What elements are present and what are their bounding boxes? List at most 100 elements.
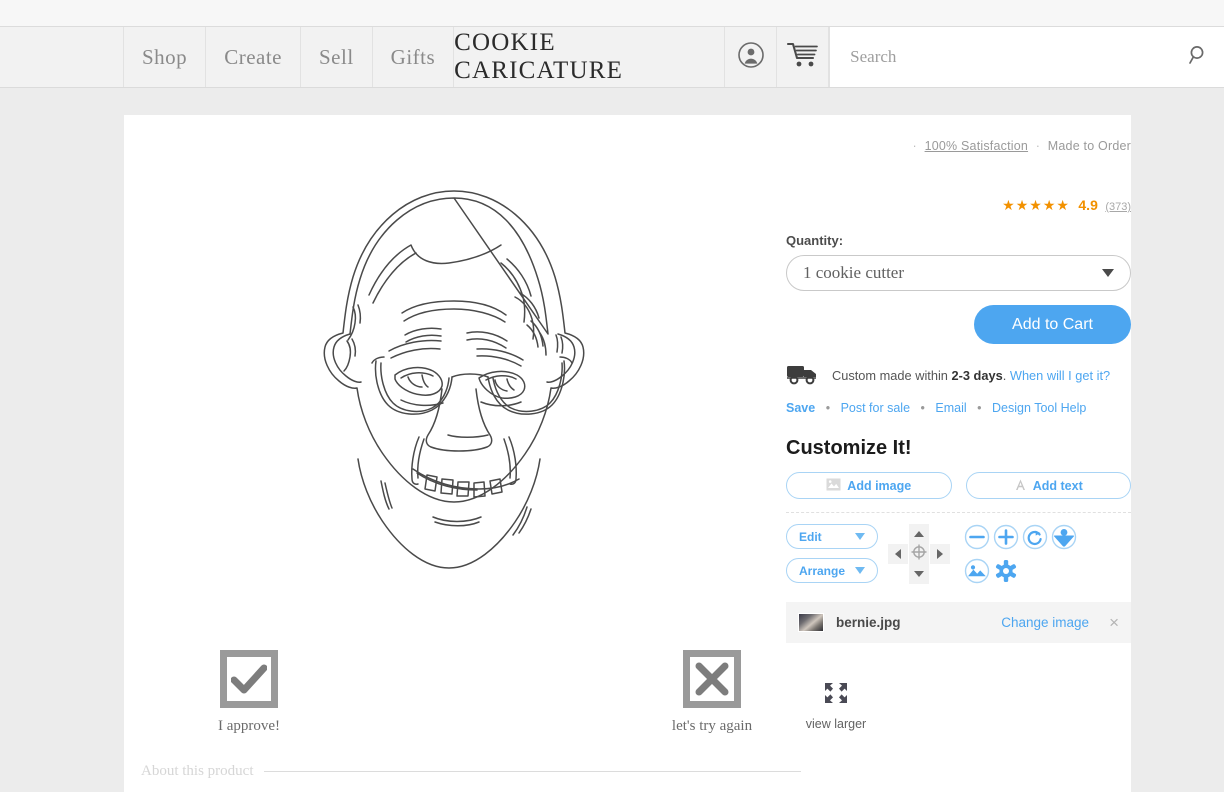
product-actions-row: Save • Post for sale • Email • Design To… xyxy=(786,401,1131,415)
nudge-left-button[interactable] xyxy=(888,544,908,564)
nav-gifts[interactable]: Gifts xyxy=(373,27,455,87)
shipping-text-before: Custom made within xyxy=(832,368,948,383)
nudge-up-button[interactable] xyxy=(909,524,929,544)
bernie-thumbnail xyxy=(798,613,824,632)
add-text-label: Add text xyxy=(1032,478,1083,493)
rating-stars: ★★★★★ xyxy=(1002,197,1070,213)
nav-shop-label: Shop xyxy=(142,44,188,69)
arrange-menu-button[interactable]: Arrange xyxy=(786,558,878,583)
arrow-right-icon xyxy=(937,549,943,559)
flip-image-icon[interactable] xyxy=(1051,524,1077,555)
badge-bullet-2: · xyxy=(1035,139,1041,153)
quantity-label: Quantity: xyxy=(786,233,844,248)
product-badges: · 100% Satisfaction · Made to Order xyxy=(786,139,1131,153)
account-icon xyxy=(737,41,765,74)
replace-image-icon[interactable] xyxy=(964,558,990,589)
browser-top-strip xyxy=(0,0,1224,27)
nudge-center-button[interactable] xyxy=(909,544,929,564)
made-to-order-label: Made to Order xyxy=(1047,139,1131,153)
arrow-down-icon xyxy=(914,571,924,577)
add-to-cart-row: Add to Cart xyxy=(786,305,1131,344)
file-name-label: bernie.jpg xyxy=(836,615,901,630)
shipping-row: Custom made within 2-3 days. When will I… xyxy=(786,363,1131,388)
header-left-spacer xyxy=(0,27,124,87)
arrange-menu-label: Arrange xyxy=(799,563,846,578)
cart-button[interactable] xyxy=(777,27,830,87)
text-a-icon xyxy=(1014,478,1027,494)
zoom-in-icon[interactable] xyxy=(993,524,1019,555)
about-divider-line xyxy=(263,771,801,772)
nav-create[interactable]: Create xyxy=(206,27,301,87)
action-sep-3: • xyxy=(977,401,982,415)
rating-value: 4.9 xyxy=(1078,197,1098,213)
product-info-column: · 100% Satisfaction · Made to Order ★★★★… xyxy=(786,139,1131,643)
shipping-text: Custom made within 2-3 days. When will I… xyxy=(832,368,1110,383)
rating-row: ★★★★★ 4.9 (373) xyxy=(786,197,1131,215)
arrow-left-icon xyxy=(895,549,901,559)
tool-icon-group xyxy=(964,524,1094,589)
shipping-days: 2-3 days xyxy=(951,368,1003,383)
action-sep-2: • xyxy=(920,401,925,415)
design-tool-help-link[interactable]: Design Tool Help xyxy=(992,401,1086,415)
site-logo-text: COOKIE CARICATURE xyxy=(454,29,624,84)
about-label: About this product xyxy=(141,763,254,779)
nav-gifts-label: Gifts xyxy=(390,44,436,69)
nav-sell[interactable]: Sell xyxy=(301,27,373,87)
satisfaction-link[interactable]: 100% Satisfaction xyxy=(925,139,1028,153)
nudge-right-button[interactable] xyxy=(930,544,950,564)
account-button[interactable] xyxy=(725,27,778,87)
settings-gear-icon[interactable] xyxy=(993,558,1019,589)
edit-menu-button[interactable]: Edit xyxy=(786,524,878,549)
about-this-product-section: About this product xyxy=(141,763,801,780)
customize-divider xyxy=(786,512,1131,513)
retry-label: let's try again xyxy=(671,718,753,734)
crosshair-icon xyxy=(910,543,928,566)
truck-icon xyxy=(786,363,820,388)
x-box-icon xyxy=(683,650,741,708)
image-icon xyxy=(826,478,841,494)
rating-count[interactable]: (373) xyxy=(1105,201,1131,213)
approval-row: I approve! let's try again xyxy=(124,650,784,750)
retry-button[interactable]: let's try again xyxy=(642,650,782,735)
badge-bullet-1: · xyxy=(912,139,917,153)
nudge-down-button[interactable] xyxy=(909,564,929,584)
when-will-i-get-it-link[interactable]: When will I get it? xyxy=(1010,368,1110,383)
add-image-label: Add image xyxy=(847,478,912,493)
shipping-text-after: . xyxy=(1002,368,1007,383)
chevron-down-icon xyxy=(855,533,865,540)
search-icon[interactable] xyxy=(1188,44,1210,71)
expand-icon xyxy=(821,683,851,710)
zoom-out-icon[interactable] xyxy=(964,524,990,555)
approve-button[interactable]: I approve! xyxy=(179,650,319,735)
nudge-pad[interactable] xyxy=(888,524,950,584)
uploaded-file-row: bernie.jpg Change image × xyxy=(786,602,1131,643)
product-preview[interactable] xyxy=(124,115,772,635)
view-larger-label: view larger xyxy=(805,717,867,731)
quantity-value: 1 cookie cutter xyxy=(803,263,905,282)
edit-menu-label: Edit xyxy=(799,529,822,544)
email-link[interactable]: Email xyxy=(935,401,966,415)
chevron-down-icon xyxy=(1102,269,1114,277)
remove-image-icon[interactable]: × xyxy=(1109,613,1119,633)
nav-shop[interactable]: Shop xyxy=(124,27,207,87)
view-larger-button[interactable]: view larger xyxy=(784,680,888,731)
toolbar-menus: Edit Arrange xyxy=(786,524,878,583)
rotate-icon[interactable] xyxy=(1022,524,1048,555)
add-to-cart-button[interactable]: Add to Cart xyxy=(974,305,1131,344)
nav-sell-label: Sell xyxy=(318,44,354,69)
product-card: view larger · 100% Satisfaction · Made t… xyxy=(124,115,1131,792)
action-sep-1: • xyxy=(825,401,831,415)
site-logo[interactable]: COOKIE CARICATURE xyxy=(454,27,726,87)
add-image-button[interactable]: Add image xyxy=(786,472,952,499)
add-text-button[interactable]: Add text xyxy=(965,472,1131,499)
nav-create-label: Create xyxy=(224,44,282,69)
save-link[interactable]: Save xyxy=(786,401,815,415)
site-header: Shop Create Sell Gifts COOKIE CARICATURE xyxy=(0,27,1224,88)
search-box[interactable] xyxy=(829,27,1224,87)
post-for-sale-link[interactable]: Post for sale xyxy=(841,401,910,415)
change-image-link[interactable]: Change image xyxy=(1001,615,1089,630)
quantity-select[interactable]: 1 cookie cutter xyxy=(786,255,1131,291)
customize-heading: Customize It! xyxy=(786,437,912,459)
cart-icon xyxy=(786,40,820,75)
search-input[interactable] xyxy=(848,46,1188,68)
